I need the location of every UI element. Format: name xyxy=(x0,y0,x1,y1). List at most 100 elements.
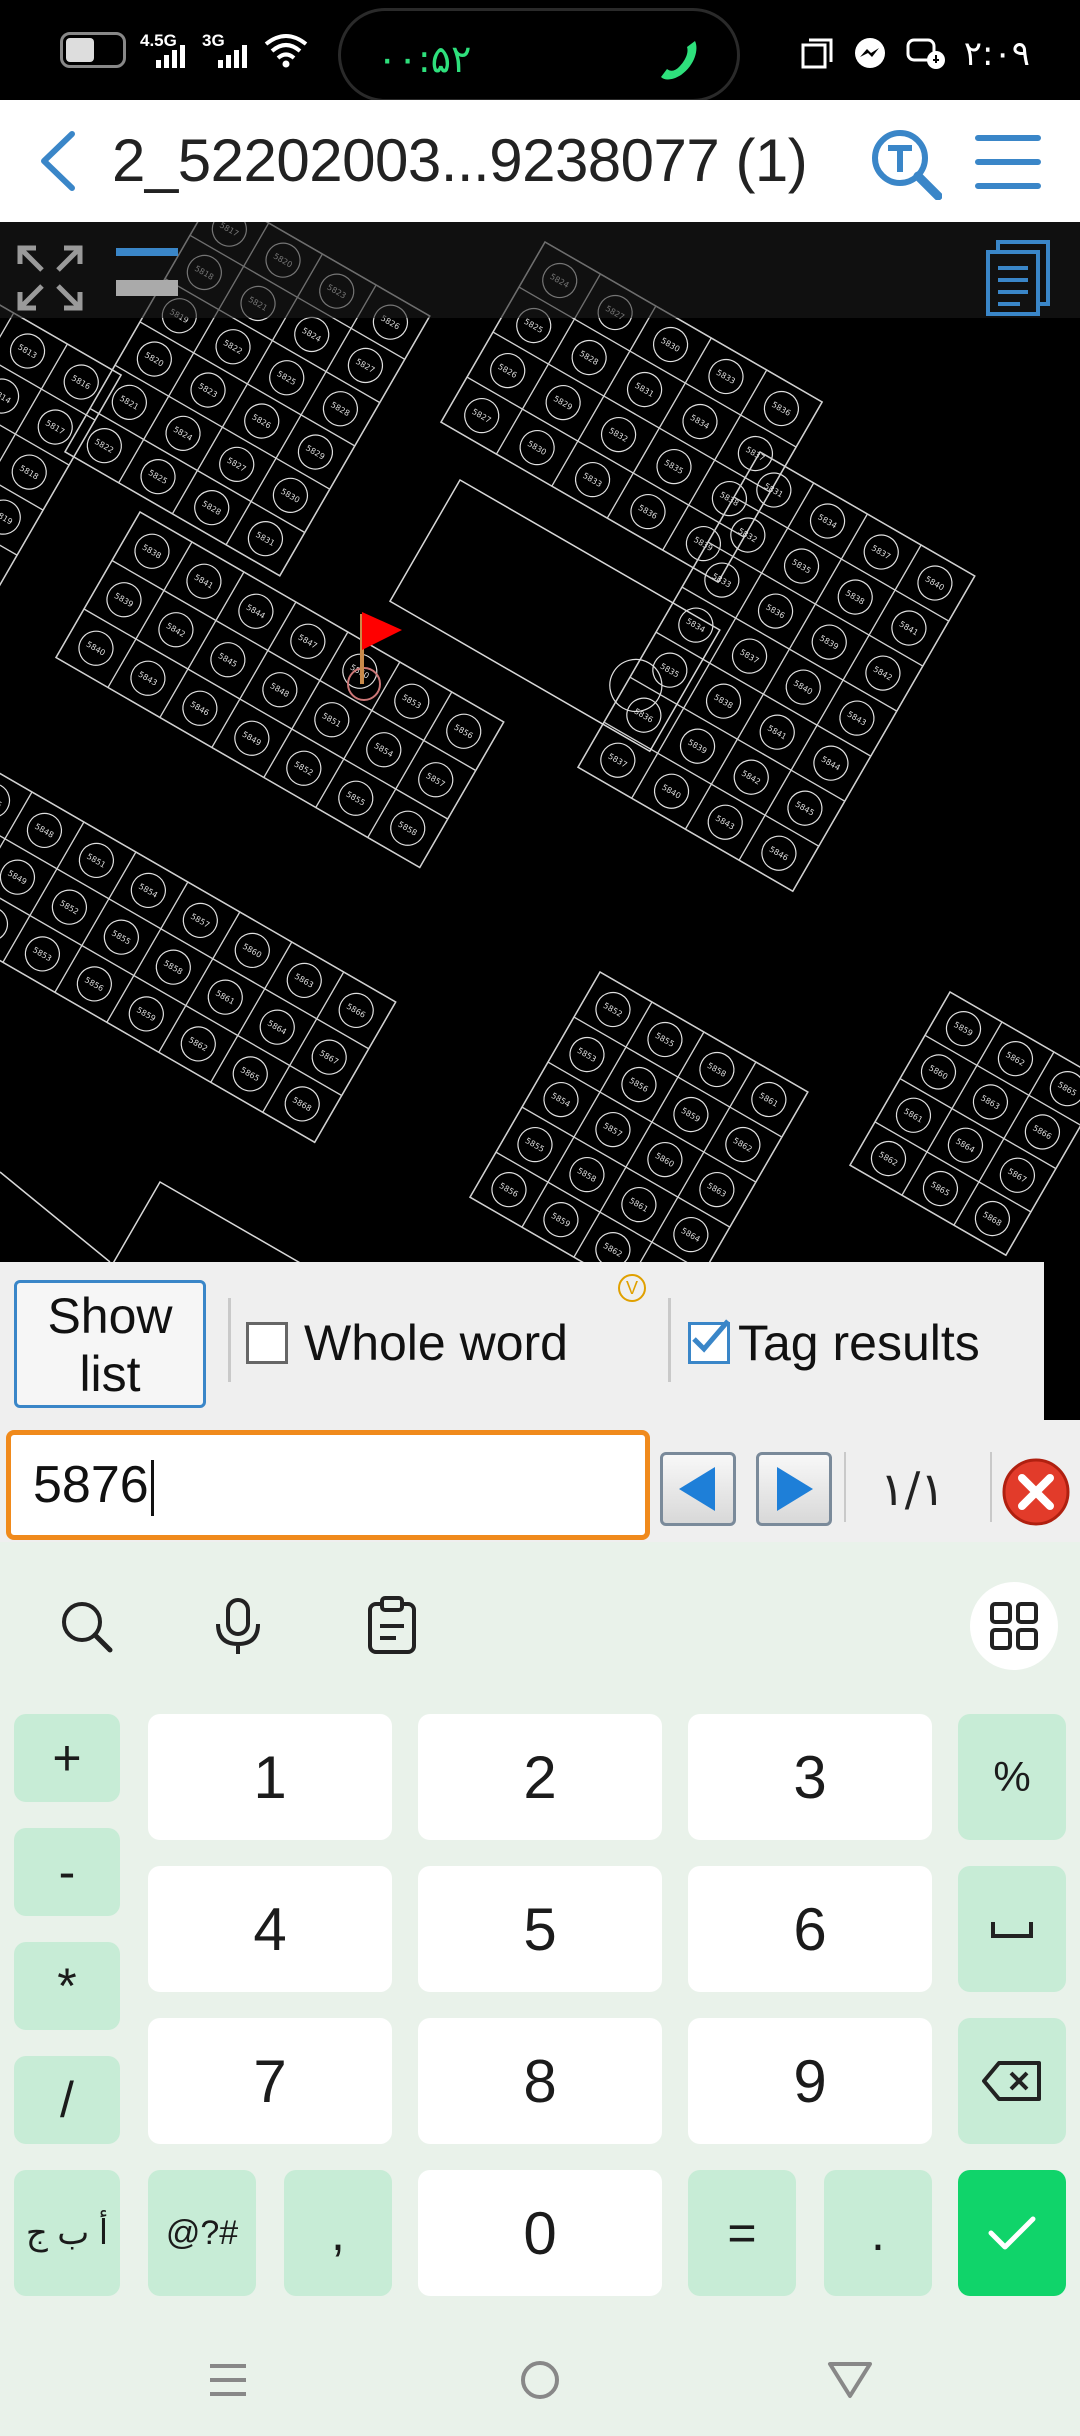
svg-text:5819: 5819 xyxy=(0,509,14,527)
svg-text:5849: 5849 xyxy=(241,730,263,748)
svg-text:5847: 5847 xyxy=(297,633,319,651)
search-result-flag-icon xyxy=(347,612,402,701)
recents-icon[interactable] xyxy=(198,2350,258,2410)
previous-result-button[interactable] xyxy=(660,1452,736,1526)
search-query-input[interactable]: 5876 xyxy=(6,1430,650,1540)
search-icon[interactable] xyxy=(56,1596,116,1656)
find-row: 5876 ۱/۱ xyxy=(0,1420,1080,1542)
plus-key[interactable]: + xyxy=(14,1714,120,1802)
keyboard-apps-button[interactable] xyxy=(970,1582,1058,1670)
svg-text:5816: 5816 xyxy=(70,373,92,391)
status-clock: ۲:۰۹ xyxy=(963,34,1030,74)
phone-icon xyxy=(661,41,697,80)
svg-text:5833: 5833 xyxy=(711,572,733,590)
whole-word-checkbox[interactable] xyxy=(246,1322,288,1364)
arabic-layout-key[interactable]: أ ب ج xyxy=(14,2170,120,2296)
status-bar: 4.5G 3G ۰۰:۵۲ ۲:۰۹ xyxy=(0,0,1080,102)
svg-text:5846: 5846 xyxy=(768,845,790,863)
symbols-key[interactable]: @?# xyxy=(148,2170,256,2296)
next-result-button[interactable] xyxy=(756,1452,832,1526)
layers-icon[interactable] xyxy=(112,244,186,304)
percent-key[interactable]: % xyxy=(958,1714,1066,1840)
drawing-canvas[interactable]: 5810581158125813581458135814581558165817… xyxy=(0,222,1080,1262)
hamburger-menu-icon[interactable] xyxy=(972,130,1044,194)
svg-text:5836: 5836 xyxy=(764,603,786,621)
svg-text:5862: 5862 xyxy=(732,1136,754,1154)
svg-text:5856: 5856 xyxy=(83,975,105,993)
multiply-key[interactable]: * xyxy=(14,1942,120,2030)
key-5[interactable]: 5 xyxy=(418,1866,662,1992)
svg-text:5833: 5833 xyxy=(715,368,737,386)
svg-text:5859: 5859 xyxy=(135,1005,157,1023)
space-key[interactable] xyxy=(958,1866,1066,1992)
svg-text:5864: 5864 xyxy=(954,1137,976,1155)
tag-results-checkbox[interactable] xyxy=(688,1319,730,1364)
key-6[interactable]: 6 xyxy=(688,1866,932,1992)
svg-text:5843: 5843 xyxy=(137,670,159,688)
svg-text:5825: 5825 xyxy=(147,468,169,486)
next-triangle-icon xyxy=(777,1467,813,1511)
key-9[interactable]: 9 xyxy=(688,2018,932,2144)
equals-key[interactable]: = xyxy=(688,2170,796,2296)
svg-text:5858: 5858 xyxy=(162,959,184,977)
svg-text:5825: 5825 xyxy=(275,369,297,387)
fullscreen-expand-icon[interactable] xyxy=(16,244,84,312)
whole-word-option[interactable]: Whole word xyxy=(246,1314,568,1372)
svg-text:5828: 5828 xyxy=(578,349,600,367)
divide-key[interactable]: / xyxy=(14,2056,120,2144)
text-search-icon[interactable] xyxy=(870,128,942,200)
home-icon[interactable] xyxy=(510,2350,570,2410)
svg-text:5830: 5830 xyxy=(526,439,548,457)
svg-text:5862: 5862 xyxy=(187,1035,209,1053)
parcel-block: 5831 5832 5833 5834 5835 5836 5837 5834 5835 5836… xyxy=(576,450,976,893)
parcel-block: 5859 5860 5861 5862 5862 5863 5864 5865 5865 5866… xyxy=(848,990,1080,1257)
messenger-icon xyxy=(854,38,885,68)
clipboard-icon[interactable] xyxy=(362,1596,422,1656)
svg-text:5853: 5853 xyxy=(400,693,422,711)
key-2[interactable]: 2 xyxy=(418,1714,662,1840)
period-key[interactable]: . xyxy=(824,2170,932,2296)
key-1[interactable]: 1 xyxy=(148,1714,392,1840)
notes-icon[interactable] xyxy=(984,238,1054,318)
minus-key[interactable]: - xyxy=(14,1828,120,1916)
key-4[interactable]: 4 xyxy=(148,1866,392,1992)
chat-notification-icon xyxy=(906,38,945,69)
tag-results-label: Tag results xyxy=(738,1315,980,1371)
svg-text:5835: 5835 xyxy=(790,557,812,575)
key-7[interactable]: 7 xyxy=(148,2018,392,2144)
back-chevron-icon[interactable] xyxy=(30,128,90,194)
call-pill[interactable]: ۰۰:۵۲ xyxy=(338,8,740,102)
svg-text:5842: 5842 xyxy=(872,665,894,683)
svg-text:5822: 5822 xyxy=(93,437,115,455)
signal-icon-2: 3G xyxy=(202,32,250,68)
find-options-bar: Show list Whole word V Tag results xyxy=(0,1262,1044,1420)
done-key[interactable] xyxy=(958,2170,1066,2296)
parcel-blocks: 5810581158125813581458135814581558165817… xyxy=(0,222,1080,1262)
svg-text:5829: 5829 xyxy=(304,444,326,462)
key-3[interactable]: 3 xyxy=(688,1714,932,1840)
key-0[interactable]: 0 xyxy=(418,2170,662,2296)
result-count: ۱/۱ xyxy=(880,1462,945,1516)
backspace-key[interactable] xyxy=(958,2018,1066,2144)
comma-key[interactable]: , xyxy=(284,2170,392,2296)
tag-results-option[interactable]: Tag results xyxy=(688,1314,980,1372)
svg-text:5854: 5854 xyxy=(372,741,394,759)
microphone-icon[interactable] xyxy=(208,1596,268,1656)
svg-text:5867: 5867 xyxy=(318,1049,340,1067)
svg-text:5834: 5834 xyxy=(816,512,838,530)
svg-text:5848: 5848 xyxy=(269,681,291,699)
svg-text:5842: 5842 xyxy=(165,621,187,639)
svg-text:5834: 5834 xyxy=(689,413,711,431)
system-nav-bar xyxy=(0,2322,1080,2436)
close-red-x-icon[interactable] xyxy=(1000,1456,1072,1528)
svg-text:5836: 5836 xyxy=(770,400,792,418)
svg-text:5827: 5827 xyxy=(354,357,376,375)
back-icon[interactable] xyxy=(820,2350,880,2410)
svg-text:5838: 5838 xyxy=(712,693,734,711)
svg-text:5831: 5831 xyxy=(763,481,785,499)
boundary-line xyxy=(0,1171,111,1262)
key-8[interactable]: 8 xyxy=(418,2018,662,2144)
show-list-button[interactable]: Show list xyxy=(14,1280,206,1408)
svg-text:5837: 5837 xyxy=(870,543,892,561)
svg-text:5857: 5857 xyxy=(602,1121,624,1139)
